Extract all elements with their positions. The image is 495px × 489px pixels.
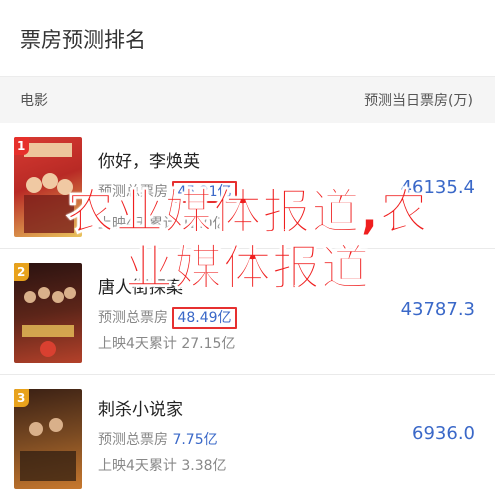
forecast-total-label: 预测总票房 <box>98 310 168 326</box>
movie-title[interactable]: 你好，李焕英 <box>98 147 200 172</box>
page-header: 票房预测排名 <box>0 0 495 76</box>
movie-title[interactable]: 刺杀小说家 <box>98 395 183 420</box>
page-title: 票房预测排名 <box>20 28 146 52</box>
released-total: 上映4天累计 27.15亿 <box>98 336 236 352</box>
forecast-total-label: 预测总票房 <box>98 432 168 448</box>
watermark-line-1: 农业媒体报道,农 <box>66 184 429 241</box>
forecast-total-row: 预测总票房 48.49亿 <box>98 307 237 329</box>
column-movie-label: 电影 <box>20 93 48 109</box>
movie-poster[interactable]: 3 <box>14 389 82 489</box>
daily-forecast-value: 6936.0 <box>412 423 475 444</box>
forecast-total-row: 预测总票房 7.75亿 <box>98 429 218 449</box>
rank-badge: 2 <box>14 263 30 281</box>
daily-forecast-value: 43787.3 <box>400 299 475 320</box>
released-total: 上映4天累计 3.38亿 <box>98 458 227 474</box>
watermark-line-2: 业媒体报道 <box>124 240 370 297</box>
forecast-total-value: 7.75亿 <box>172 432 218 448</box>
column-header-bar: 电影 预测当日票房(万) <box>0 76 495 124</box>
forecast-total-value: 48.49亿 <box>172 307 237 329</box>
column-daily-forecast-label: 预测当日票房(万) <box>364 93 473 109</box>
rank-badge: 3 <box>14 389 30 407</box>
movie-row-3[interactable]: 3 刺杀小说家 预测总票房 7.75亿 上映4天累计 3.38亿 6936.0 <box>0 375 495 489</box>
rank-badge: 1 <box>14 137 30 155</box>
